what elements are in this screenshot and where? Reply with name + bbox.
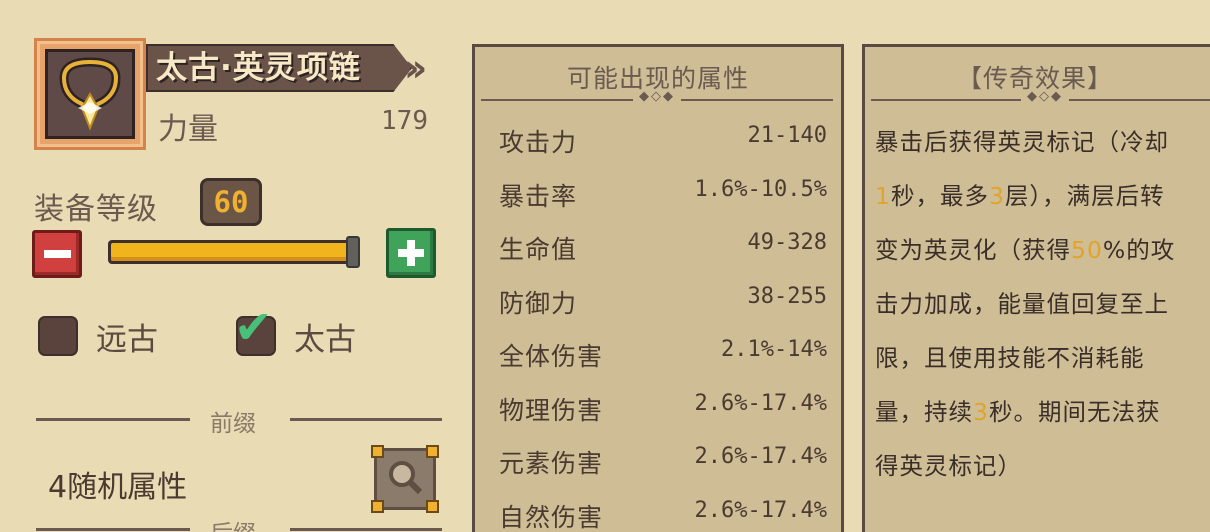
necklace-icon [45,49,135,139]
attribute-range: 2.6%-17.4% [694,444,827,469]
magnifier-icon [389,461,423,495]
corner-ornament-icon [426,500,439,513]
effect-number: 50 [1071,236,1103,264]
attribute-name: 全体伤害 [499,342,604,371]
main-stat-label: 力量 [158,112,218,147]
inspect-button[interactable] [371,445,439,513]
prefix-divider-right [290,418,442,421]
attribute-row: 攻击力 21-140 [499,123,827,163]
effect-text: 限，且使用技能不消耗能 [875,344,1145,372]
tier-primeval-label: 太古 [294,322,356,358]
effect-text: 量，持续 [875,398,973,426]
effect-line: 限，且使用技能不消耗能 [875,339,1145,373]
effect-line: 得英灵标记） [875,447,1022,481]
attribute-name: 暴击率 [499,182,578,211]
possible-attributes-panel: 可能出现的属性 ◆◇◆ 攻击力 21-140 暴击率 1.6%-10.5% 生命… [472,44,844,532]
prefix-section-label: 前缀 [210,411,256,437]
level-slider[interactable] [108,240,358,264]
effect-number: 1 [875,182,891,210]
attribute-row: 自然伤害 2.6%-17.4% [499,498,827,532]
effect-line: 量，持续3秒。期间无法获 [875,393,1160,427]
effect-text: %的攻 [1102,236,1176,264]
attribute-row: 暴击率 1.6%-10.5% [499,177,827,217]
panel-rule-left [481,99,633,101]
suffix-divider-left [36,528,190,531]
prefix-value: 4随机属性 [48,470,188,505]
attribute-range: 2.1%-14% [721,337,827,362]
attribute-range: 21-140 [747,123,827,148]
item-name: 太古·英灵项链 [156,50,361,86]
level-increase-button[interactable] [386,228,436,278]
attribute-name: 自然伤害 [499,503,604,532]
effect-text: 变为英灵化（获得 [875,236,1071,264]
tier-ancient-checkbox[interactable] [38,316,78,356]
effect-line: 变为英灵化（获得50%的攻 [875,231,1175,265]
diamond-ornament-icon: ◆◇◆ [1027,89,1063,104]
attribute-range: 1.6%-10.5% [694,177,827,202]
banner-chevron-icon: ›› [404,46,428,90]
level-decrease-button[interactable] [32,230,82,278]
corner-ornament-icon [371,445,384,458]
main-stat-value: 179 [381,106,428,136]
attribute-range: 38-255 [747,284,827,309]
attribute-row: 生命值 49-328 [499,230,827,270]
attribute-row: 防御力 38-255 [499,284,827,324]
tier-ancient-label: 远古 [96,322,158,358]
panel-rule-right [681,99,833,101]
effect-line: 1秒，最多3层），满层后转 [875,177,1165,211]
attribute-range: 2.6%-17.4% [694,391,827,416]
diamond-ornament-icon: ◆◇◆ [639,89,675,104]
equipment-level-badge: 60 [200,178,262,226]
attribute-name: 生命值 [499,235,578,264]
attribute-name: 元素伤害 [499,449,604,478]
effect-text: 秒，最多 [890,182,989,210]
equipment-screen: 太古·英灵项链 ›› 力量 179 装备等级 60 远古 ✔ 太古 前缀 4随机… [0,0,1210,532]
equipment-level-label: 装备等级 [34,192,158,227]
panel-rule-right [1069,99,1210,101]
effect-number: 3 [988,182,1005,210]
suffix-section-label: 后缀 [210,514,256,532]
attribute-row: 物理伤害 2.6%-17.4% [499,391,827,431]
effect-line: 暴击后获得英灵标记（冷却 [875,123,1169,157]
corner-ornament-icon [426,445,439,458]
attribute-range: 2.6%-17.4% [694,498,827,523]
checkmark-icon: ✔ [234,300,273,354]
effect-text: 得英灵标记） [875,452,1022,480]
attribute-row: 元素伤害 2.6%-17.4% [499,444,827,484]
level-slider-handle[interactable] [346,236,360,268]
attribute-name: 攻击力 [499,128,578,157]
level-slider-fill [111,243,355,261]
effect-text: 击力加成，能量值回复至上 [875,290,1169,318]
attribute-name: 物理伤害 [499,396,604,425]
effect-number: 3 [973,398,989,426]
prefix-divider-left [36,418,190,421]
attribute-range: 49-328 [747,230,827,255]
corner-ornament-icon [371,500,384,513]
effect-text: 秒。期间无法获 [988,398,1161,426]
effect-text: 层），满层后转 [1004,182,1165,210]
effect-line: 击力加成，能量值回复至上 [875,285,1169,319]
legendary-effect-panel: 【传奇效果】 ◆◇◆ 暴击后获得英灵标记（冷却 1秒，最多3层），满层后转 变为… [862,44,1210,532]
suffix-divider-right [290,528,442,531]
item-slot[interactable] [34,38,146,150]
effect-text: 暴击后获得英灵标记（冷却 [875,128,1169,156]
panel-rule-left [871,99,1021,101]
attribute-name: 防御力 [499,289,578,318]
attribute-row: 全体伤害 2.1%-14% [499,337,827,377]
